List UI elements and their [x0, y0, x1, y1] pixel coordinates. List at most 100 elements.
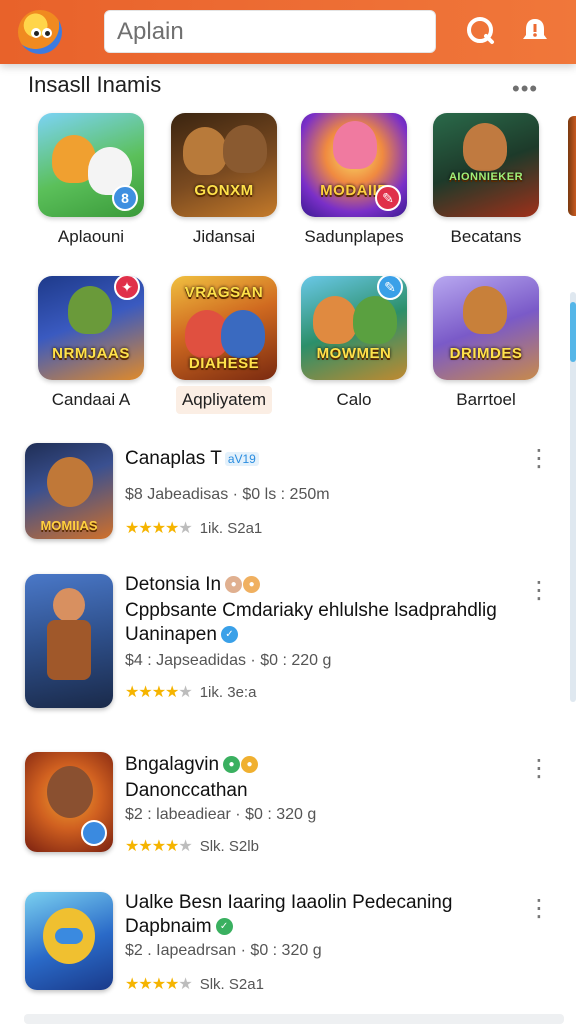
grid-app-card[interactable]: 8 Aplaouni [26, 113, 156, 247]
scrollbar[interactable] [570, 292, 576, 702]
app-meta: $8 Jabeadisas · $0 ls : 250m [125, 486, 330, 503]
logo-eye [31, 28, 41, 38]
star-rating-icon: ★★★★★ [125, 520, 193, 537]
app-icon: VRAGSAN DIAHESE [171, 276, 277, 380]
app-thumbnail [25, 574, 113, 708]
app-title-text: Bngalagvin [125, 754, 220, 775]
game-art-text: DIAHESE [188, 355, 260, 372]
app-title-text: Detonsia In [125, 574, 222, 595]
app-thumbnail: MOMIIAS [25, 443, 113, 539]
overflow-menu-icon[interactable]: ⋮ [527, 757, 551, 781]
rating-text: 1ik. 3e:a [199, 683, 257, 701]
app-description: Cppbsante Cmdariaky ehlulshe lsadprahdli… [125, 600, 497, 621]
badge-icon [81, 820, 107, 846]
overflow-menu-icon[interactable]: ⋮ [527, 447, 551, 471]
character-art [221, 310, 265, 358]
grid-app-card[interactable]: AIONNIEKER Becatans [421, 113, 551, 247]
star-rating-icon: ★★★★★ [125, 684, 193, 701]
grid-app-card[interactable]: MODAIIE ✎ Sadunplapes [289, 113, 419, 247]
app-subtitle: Uaninapen ✓ [125, 624, 238, 646]
app-icon: AIONNIEKER [433, 113, 539, 217]
game-art-text: NRMJAAS [52, 345, 130, 362]
app-icon: GONXM [171, 113, 277, 217]
character-art [55, 928, 83, 944]
app-title: Ualke Besn Iaaring Iaaolin Pedecaning [125, 892, 453, 913]
owl-logo-icon[interactable] [18, 10, 62, 54]
character-art [333, 121, 377, 169]
character-art [463, 286, 507, 334]
character-art [313, 296, 357, 344]
app-subtitle: Dapbnaim ✓ [125, 916, 233, 938]
app-icon: NRMJAAS ✦ [38, 276, 144, 380]
app-label: Jidansai [192, 227, 256, 246]
app-label: Candaai A [51, 390, 131, 409]
character-art [68, 286, 112, 334]
app-rating: ★★★★★ 1ik. 3e:a [125, 682, 256, 702]
character-art [47, 620, 91, 680]
app-label: Aplaouni [57, 227, 125, 246]
game-art-text: VRAGSAN [184, 284, 264, 301]
app-label: Calo [336, 390, 372, 409]
rating-text: 1ik. S2a1 [199, 519, 263, 537]
grid-app-card[interactable]: NRMJAAS ✦ Candaai A [26, 276, 156, 410]
game-art-text: MOMIIAS [40, 518, 98, 533]
app-label: Aqpliyatem [175, 386, 273, 414]
bottom-divider [24, 1014, 564, 1024]
app-title: Bngalagvin ● ● [125, 754, 259, 776]
verified-icon: ✓ [215, 918, 233, 936]
badge-icon: ● [241, 756, 259, 774]
app-title-text: Canaplas T [125, 448, 222, 469]
logo-eye [42, 28, 52, 38]
character-art [47, 457, 93, 507]
rating-text: Slk. S2a1 [199, 975, 264, 993]
game-art-text: GONXM [194, 182, 254, 199]
badge-icon: ✎ [375, 185, 401, 211]
character-art [47, 766, 93, 818]
badge-icon: ✦ [114, 276, 140, 300]
grid-app-card[interactable]: GONXM Jidansai [159, 113, 289, 247]
next-card-peek[interactable] [568, 116, 576, 216]
overflow-menu-icon[interactable]: ⋮ [527, 897, 551, 921]
app-thumbnail [25, 752, 113, 852]
grid-app-card[interactable]: MOWMEN ✎ Calo [289, 276, 419, 410]
search-input[interactable]: Aplain [104, 10, 436, 53]
search-input-value: Aplain [117, 17, 184, 45]
app-subtitle: Danonccathan [125, 780, 248, 801]
character-art [53, 588, 85, 622]
app-label: Becatans [450, 227, 522, 246]
badge-icon: 8 [112, 185, 138, 211]
app-subtitle-text: Dapbnaim [125, 916, 212, 937]
app-subtitle-text: Uaninapen [125, 624, 217, 645]
app-icon: MOWMEN ✎ [301, 276, 407, 380]
app-meta: $2 . Iapeadrsan · $0 : 320 g [125, 942, 322, 959]
app-icon: 8 [38, 113, 144, 217]
overflow-menu-icon[interactable]: ⋮ [527, 579, 551, 603]
badge-icon: ✎ [377, 276, 403, 300]
badge-icon: ● [225, 576, 243, 594]
game-art-text: DRIMDES [449, 345, 523, 362]
app-rating: ★★★★★ Slk. S2lb [125, 836, 259, 856]
alert-icon[interactable] [518, 14, 552, 48]
grid-app-card[interactable]: DRIMDES Barrtoel [421, 276, 551, 410]
search-icon[interactable] [464, 14, 498, 48]
star-rating-icon: ★★★★★ [125, 838, 193, 855]
app-meta: $4 : Japseadidas · $0 : 220 g [125, 652, 332, 669]
game-art-text: AIONNIEKER [448, 171, 524, 183]
app-icon: MODAIIE ✎ [301, 113, 407, 217]
app-icon: DRIMDES [433, 276, 539, 380]
verified-icon: ✓ [220, 626, 238, 644]
version-tag: aV19 [224, 451, 259, 466]
app-label: Barrtoel [456, 390, 516, 409]
badge-icon: ● [243, 576, 261, 594]
app-rating: ★★★★★ Slk. S2a1 [125, 974, 264, 994]
app-title: Canaplas TaV19 [125, 448, 259, 470]
badge-icon: ● [223, 756, 241, 774]
more-options-icon[interactable]: ••• [512, 76, 538, 102]
app-meta: $2 : labeadiear · $0 : 320 g [125, 806, 317, 823]
star-rating-icon: ★★★★★ [125, 976, 193, 993]
app-thumbnail [25, 892, 113, 990]
app-title: Detonsia In ● ● [125, 574, 261, 596]
grid-app-card[interactable]: VRAGSAN DIAHESE Aqpliyatem [159, 276, 289, 414]
app-label: Sadunplapes [304, 227, 404, 246]
app-bar: Aplain [0, 0, 576, 64]
